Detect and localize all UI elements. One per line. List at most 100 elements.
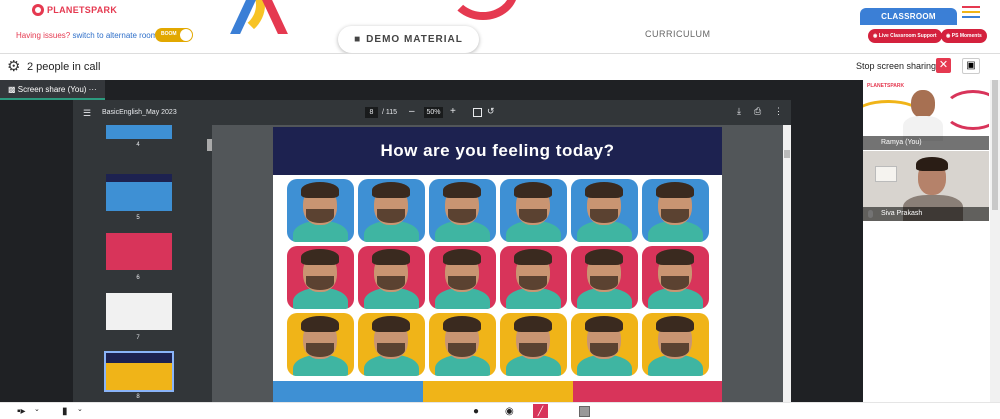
- participant-tile[interactable]: PLANETSPARK Ramya (You): [863, 80, 989, 150]
- decorative-arc: [448, 0, 518, 20]
- logo: PLANETSPARK: [32, 4, 117, 16]
- live-support-button[interactable]: ◉ Live Classroom Support: [868, 29, 942, 43]
- decorative-stroke: [262, 0, 288, 34]
- ps-moments-button[interactable]: ◉ PS Moments: [941, 29, 987, 43]
- print-icon[interactable]: ⎙: [754, 106, 761, 117]
- screen-share-off-icon[interactable]: ╱: [533, 404, 548, 418]
- emotion-tile: [642, 179, 709, 242]
- demo-material-label: DEMO MATERIAL: [366, 34, 463, 45]
- zoom-input[interactable]: 50%: [424, 107, 443, 118]
- participant-hair: [916, 157, 948, 171]
- emotion-tile: [429, 246, 496, 309]
- people-count: 2 people in call: [27, 61, 101, 73]
- close-icon: ✕: [938, 59, 949, 71]
- decorative-arc: [943, 90, 989, 130]
- chat-icon[interactable]: ◉: [505, 406, 514, 417]
- menu-icon[interactable]: [962, 6, 980, 21]
- participant-face: [911, 90, 935, 118]
- emotion-tile: [571, 179, 638, 242]
- demo-material-button[interactable]: ■ DEMO MATERIAL: [338, 26, 479, 53]
- screen-share-area: ▩ Screen share (You) ··· ☰ BasicEnglish_…: [0, 80, 863, 402]
- curriculum-tab[interactable]: CURRICULUM: [645, 29, 711, 39]
- page-number: 6: [136, 275, 140, 281]
- participant-tile[interactable]: Siva Prakash: [863, 151, 989, 221]
- page-thumbnail[interactable]: [106, 233, 172, 270]
- emotion-tile: [287, 246, 354, 309]
- emotion-tile: [358, 246, 425, 309]
- gear-icon[interactable]: ⚙: [7, 59, 20, 74]
- swap-view-icon[interactable]: ▣: [962, 58, 980, 74]
- screen-icon: ▩: [8, 85, 16, 94]
- pdf-scrollbar[interactable]: [783, 125, 791, 402]
- page-total: / 115: [382, 109, 398, 116]
- emotion-tile: [287, 313, 354, 376]
- emotion-tile: [358, 179, 425, 242]
- more-options-icon[interactable]: ⋮: [774, 106, 783, 117]
- stop-sharing-button[interactable]: ✕: [936, 58, 951, 73]
- fit-page-icon[interactable]: [473, 108, 482, 117]
- page-thumbnail[interactable]: [106, 293, 172, 330]
- emotion-tile: [642, 246, 709, 309]
- wall-picture: [875, 166, 897, 182]
- more-icon[interactable]: ···: [89, 85, 97, 94]
- thumbnail-scrollbar[interactable]: [207, 139, 212, 151]
- pdf-viewer: ☰ BasicEnglish_May 2023 8 / 115 – 50% + …: [73, 100, 791, 402]
- emotion-tile: [500, 313, 567, 376]
- stop-sharing-label: Stop screen sharing: [856, 61, 937, 71]
- download-icon[interactable]: ⤓: [737, 106, 741, 117]
- emotion-tile: [571, 313, 638, 376]
- chevron-down-icon[interactable]: ⌄: [34, 405, 40, 413]
- page-input[interactable]: 8: [365, 107, 378, 118]
- page-thumbnail[interactable]: [106, 125, 172, 139]
- emotion-tile: [358, 313, 425, 376]
- color-stripe: [573, 381, 722, 402]
- participant-name: Ramya (You): [863, 136, 989, 150]
- file-name: BasicEnglish_May 2023: [102, 109, 177, 116]
- classroom-tab[interactable]: CLASSROOM: [860, 8, 957, 25]
- color-stripe: [423, 381, 573, 402]
- logo-icon: [32, 4, 44, 16]
- folder-icon: ■: [354, 34, 362, 45]
- call-controls: ▪▸ ⌄ ▮ ⌄ ● ◉ ╱: [0, 402, 1000, 419]
- issue-text: Having issues?: [16, 31, 71, 40]
- thumbnail-sidebar: 4 5 6 7 8: [73, 125, 212, 402]
- emotion-tile: [571, 246, 638, 309]
- ps-moments-label: PS Moments: [951, 33, 982, 39]
- chevron-down-icon[interactable]: ⌄: [77, 405, 83, 413]
- stop-square-icon[interactable]: [579, 406, 590, 417]
- switch-room-link[interactable]: switch to alternate room: [72, 31, 157, 40]
- top-bar: PLANETSPARK Having issues? switch to alt…: [0, 0, 1000, 53]
- person-icon[interactable]: ●: [473, 406, 479, 417]
- zoom-out-icon[interactable]: –: [409, 106, 415, 117]
- emotion-tile: [642, 313, 709, 376]
- color-stripe: [273, 381, 423, 402]
- emotion-tile: [500, 179, 567, 242]
- live-support-label: Live Classroom Support: [878, 33, 937, 39]
- emotion-tile: [429, 313, 496, 376]
- page-thumbnail[interactable]: [106, 174, 172, 211]
- microphone-icon[interactable]: ▮: [62, 406, 68, 417]
- page-number: 7: [136, 335, 140, 341]
- pdf-toolbar: ☰ BasicEnglish_May 2023 8 / 115 – 50% + …: [73, 100, 791, 125]
- page-thumbnail-selected[interactable]: [104, 351, 174, 392]
- sidebar-menu-icon[interactable]: ☰: [83, 108, 91, 119]
- logo-text: PLANETSPARK: [47, 5, 118, 15]
- page-number: 4: [136, 142, 140, 148]
- room-toggle[interactable]: BOOM: [155, 28, 193, 42]
- toggle-label: BOOM: [161, 31, 177, 37]
- page-number: 8: [136, 394, 140, 400]
- slide-page: How are you feeling today?: [273, 127, 722, 402]
- emotion-tile: [287, 179, 354, 242]
- slide-title: How are you feeling today?: [273, 127, 722, 175]
- camera-icon[interactable]: ▪▸: [17, 406, 26, 417]
- zoom-in-icon[interactable]: +: [450, 106, 456, 117]
- rotate-icon[interactable]: ↺: [487, 106, 495, 117]
- emotion-tile: [429, 179, 496, 242]
- screen-share-tab[interactable]: ▩ Screen share (You) ···: [0, 80, 105, 100]
- call-bar: ⚙ 2 people in call Stop screen sharing ✕…: [0, 53, 1000, 80]
- page-number: 5: [136, 215, 140, 221]
- participant-name: Siva Prakash: [863, 207, 989, 221]
- logo-text: PLANETSPARK: [867, 83, 905, 89]
- screen-share-label: Screen share (You): [17, 85, 87, 94]
- page-scrollbar[interactable]: [990, 80, 1000, 402]
